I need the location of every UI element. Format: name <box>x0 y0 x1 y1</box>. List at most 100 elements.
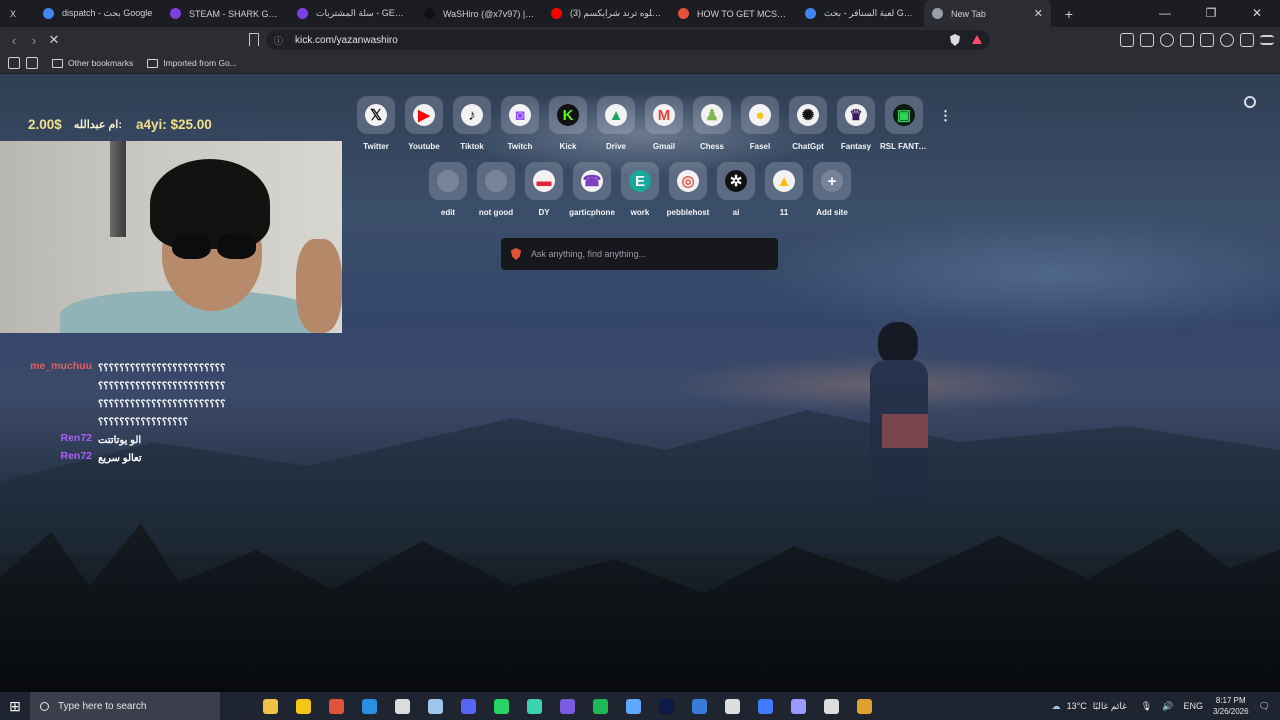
top-site-tile[interactable]: 𝕏 <box>357 96 395 134</box>
taskbar-app[interactable] <box>419 692 452 720</box>
vpn-icon[interactable] <box>1240 33 1254 47</box>
stop-loading-button[interactable]: ✕ <box>44 32 64 48</box>
top-site-tile[interactable]: ✲ <box>717 162 755 200</box>
top-site-add-site[interactable]: + Add site <box>808 162 856 228</box>
top-site-tile[interactable]: ● <box>741 96 779 134</box>
top-site-tile[interactable]: E <box>621 162 659 200</box>
top-site-tile[interactable]: ▣ <box>885 96 923 134</box>
top-site-tile[interactable]: ▲ <box>597 96 635 134</box>
wallet-icon[interactable] <box>1200 33 1214 47</box>
taskbar-app[interactable] <box>848 692 881 720</box>
minimize-button[interactable]: — <box>1142 0 1188 27</box>
extensions-icon[interactable] <box>1120 33 1134 47</box>
taskbar-app[interactable] <box>485 692 518 720</box>
top-site-tile[interactable]: K <box>549 96 587 134</box>
taskbar-search[interactable]: Type here to search <box>30 692 220 720</box>
media-icon[interactable] <box>1160 33 1174 47</box>
site-info-icon[interactable]: ⓘ <box>274 34 283 47</box>
search-box[interactable]: Ask anything, find anything... <box>501 238 778 270</box>
taskbar-app[interactable] <box>749 692 782 720</box>
top-site-tile[interactable]: M <box>645 96 683 134</box>
bookmark-sidebar-icon[interactable] <box>8 57 20 69</box>
top-site-pebblehost[interactable]: ◎ pebblehost <box>664 162 712 228</box>
leo-ai-icon[interactable] <box>1220 33 1234 47</box>
restore-button[interactable]: ❐ <box>1188 0 1234 27</box>
top-site-tiktok[interactable]: ♪ Tiktok <box>448 96 496 162</box>
url-text[interactable]: kick.com/yazanwashiro <box>295 35 398 46</box>
tab[interactable]: WaSHiro (@x7v97) | TikTok <box>416 0 543 27</box>
top-site-rsl-fanta-[interactable]: ▣ RSL FANTA... <box>880 96 928 162</box>
top-site-tile[interactable] <box>429 162 467 200</box>
apps-grid-icon[interactable] <box>26 57 38 69</box>
tab[interactable]: (3) خلوه ترند شرايكسم - e <box>543 0 670 27</box>
top-site-twitch[interactable]: ◙ Twitch <box>496 96 544 162</box>
top-site-fantasy[interactable]: ♛ Fantasy <box>832 96 880 162</box>
taskbar-search-placeholder[interactable]: Type here to search <box>58 701 146 712</box>
top-site-tile[interactable]: ◎ <box>669 162 707 200</box>
close-tab-icon[interactable]: ✕ <box>1034 7 1043 20</box>
taskbar-app[interactable] <box>716 692 749 720</box>
top-site-chatgpt[interactable]: ✺ ChatGpt <box>784 96 832 162</box>
volume-icon[interactable]: 🔊 <box>1162 701 1173 712</box>
tab[interactable]: HOW TO GET MCSM IN TI <box>670 0 797 27</box>
notifications-icon[interactable]: 🗨 <box>1259 701 1270 712</box>
top-site-tile[interactable]: ♟ <box>693 96 731 134</box>
top-site-twitter[interactable]: 𝕏 Twitter <box>352 96 400 162</box>
taskbar-app[interactable] <box>452 692 485 720</box>
tab[interactable]: لعبة السنافر - بحث Google <box>797 0 924 27</box>
screenshot-icon[interactable] <box>1140 33 1154 47</box>
taskbar-app[interactable] <box>650 692 683 720</box>
bookmark-folder-other[interactable]: Other bookmarks <box>52 58 133 68</box>
taskbar-app[interactable] <box>551 692 584 720</box>
bookmark-icon[interactable] <box>249 33 259 46</box>
weather-temp[interactable]: 13°C <box>1067 701 1087 711</box>
top-site-tile[interactable]: ◙ <box>501 96 539 134</box>
start-button[interactable]: ⊞ <box>0 698 30 715</box>
top-site-tile[interactable]: + <box>813 162 851 200</box>
sidebar-icon[interactable] <box>1180 33 1194 47</box>
taskbar-app[interactable] <box>353 692 386 720</box>
tab[interactable]: STEAM - SHARK GEMING <box>162 0 289 27</box>
settings-gear-icon[interactable] <box>1244 96 1256 108</box>
top-site-youtube[interactable]: ▶ Youtube <box>400 96 448 162</box>
top-site-drive[interactable]: ▲ Drive <box>592 96 640 162</box>
taskbar-app[interactable] <box>584 692 617 720</box>
language-indicator[interactable]: ENG <box>1183 701 1203 711</box>
tab[interactable]: New Tab ✕ <box>924 0 1051 27</box>
top-site-tile[interactable]: ♛ <box>837 96 875 134</box>
weather-icon[interactable]: ☁ <box>1052 701 1061 712</box>
top-site-ai[interactable]: ✲ ai <box>712 162 760 228</box>
forward-button[interactable]: › <box>24 33 44 48</box>
top-site-tile[interactable] <box>477 162 515 200</box>
top-site-tile[interactable]: ▲ <box>765 162 803 200</box>
top-site-edit[interactable]: edit <box>424 162 472 228</box>
top-sites-menu-icon[interactable]: ⋮ <box>939 108 952 124</box>
top-site-fasel[interactable]: ● Fasel <box>736 96 784 162</box>
top-site-work[interactable]: Ework <box>616 162 664 228</box>
taskbar-app[interactable] <box>782 692 815 720</box>
back-button[interactable]: ‹ <box>4 33 24 48</box>
top-site-tile[interactable]: ▶ <box>405 96 443 134</box>
menu-icon[interactable] <box>1260 35 1274 45</box>
taskbar-app[interactable] <box>617 692 650 720</box>
top-site-not-good[interactable]: not good <box>472 162 520 228</box>
top-site-tile[interactable]: ☎ <box>573 162 611 200</box>
taskbar-app[interactable] <box>518 692 551 720</box>
brave-shields-icon[interactable] <box>950 34 960 46</box>
top-site-tile[interactable]: ♪ <box>453 96 491 134</box>
taskbar-app[interactable] <box>815 692 848 720</box>
top-site-gmail[interactable]: M Gmail <box>640 96 688 162</box>
top-site-kick[interactable]: K Kick <box>544 96 592 162</box>
top-site-chess[interactable]: ♟ Chess <box>688 96 736 162</box>
bookmark-folder-imported[interactable]: Imported from Go... <box>147 58 237 68</box>
top-site-11[interactable]: ▲ 11 <box>760 162 808 228</box>
search-placeholder[interactable]: Ask anything, find anything... <box>531 249 646 259</box>
address-bar[interactable]: ⓘ kick.com/yazanwashiro <box>266 30 990 50</box>
new-tab-button[interactable]: + <box>1057 6 1081 22</box>
top-site-tile[interactable]: ▬ <box>525 162 563 200</box>
top-site-garticphone[interactable]: ☎ garticphone <box>568 162 616 228</box>
clock[interactable]: 8:17 PM 3/26/2026 <box>1213 695 1249 717</box>
tab[interactable]: X <box>0 0 35 27</box>
top-site-dy[interactable]: ▬ DY <box>520 162 568 228</box>
mic-icon[interactable]: 🎙 <box>1141 701 1152 712</box>
